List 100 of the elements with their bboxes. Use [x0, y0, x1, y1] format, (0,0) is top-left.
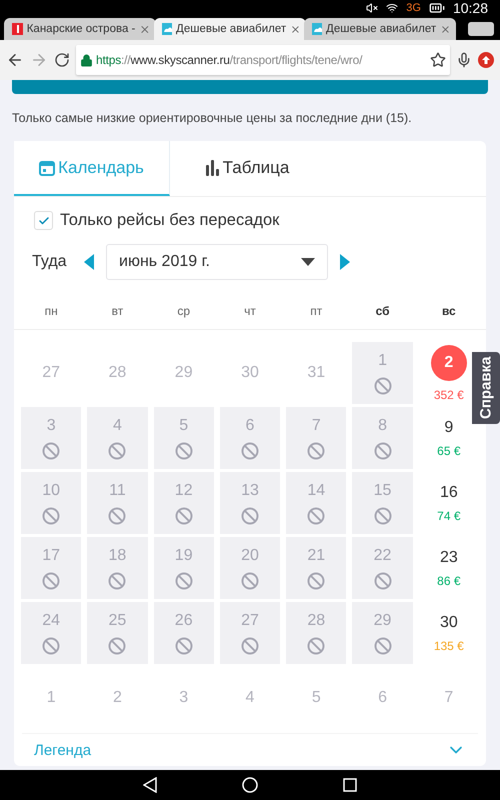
browser-tab[interactable]: Дешевые авиабилет [304, 18, 456, 40]
price-note: Только самые низкие ориентировочные цены за последние дни (15). [12, 111, 413, 125]
recent-apps-icon[interactable] [343, 778, 358, 792]
next-month-icon[interactable] [340, 254, 350, 270]
no-entry-icon [108, 572, 126, 590]
unavailable-day[interactable]: 11 [87, 472, 148, 534]
cloud-icon [162, 23, 172, 35]
day-number: 6 [378, 689, 388, 707]
direct-flights-checkbox[interactable]: Только рейсы без пересадок [14, 197, 486, 230]
price-day[interactable]: 16 74 € [437, 484, 461, 522]
no-entry-icon [374, 442, 392, 460]
price-day[interactable]: 30 135 € [434, 614, 464, 652]
day-number: 3 [179, 689, 188, 707]
unavailable-day[interactable]: 7 [286, 407, 346, 469]
no-entry-icon [240, 442, 259, 460]
mute-icon [366, 2, 378, 14]
weekday-label: ср [176, 303, 192, 320]
no-entry-icon [240, 636, 259, 654]
new-tab-button[interactable] [468, 22, 494, 36]
unavailable-day[interactable]: 1 [352, 342, 413, 404]
dropdown-icon [301, 258, 315, 266]
month-select[interactable]: июнь 2019 г. [106, 244, 328, 280]
day-number: 29 [174, 364, 193, 382]
unavailable-day[interactable]: 13 [220, 472, 280, 534]
cloud-icon [312, 23, 322, 35]
home-icon[interactable] [242, 777, 258, 793]
unavailable-day[interactable]: 24 [21, 602, 82, 664]
back-icon[interactable] [142, 777, 157, 793]
unavailable-day[interactable]: 22 [352, 537, 413, 599]
unavailable-day[interactable]: 3 [21, 407, 82, 469]
unavailable-day[interactable]: 17 [21, 537, 82, 599]
day-number: 27 [42, 364, 60, 382]
no-entry-icon [42, 442, 60, 460]
star-icon[interactable] [430, 52, 446, 68]
day-number: 1 [46, 689, 56, 707]
no-entry-icon [42, 636, 60, 654]
no-entry-icon [42, 572, 60, 590]
day-number: 5 [312, 689, 321, 707]
unavailable-day[interactable]: 4 [87, 407, 148, 469]
day-number: 30 [241, 364, 259, 382]
back-icon[interactable] [6, 51, 24, 69]
unavailable-day[interactable]: 26 [154, 602, 214, 664]
price-day[interactable]: 9 65 € [437, 418, 461, 458]
browser-tab[interactable]: Дешевые авиабилет [154, 18, 306, 40]
site-icon [12, 23, 23, 35]
no-entry-icon [307, 572, 326, 590]
unavailable-day[interactable]: 12 [154, 472, 214, 534]
view-tab[interactable]: Календарь [14, 141, 170, 196]
no-entry-icon [307, 442, 326, 460]
no-entry-icon [374, 636, 392, 654]
microphone-icon[interactable] [456, 52, 472, 68]
unavailable-day[interactable]: 20 [220, 537, 280, 599]
no-entry-icon [374, 376, 392, 394]
day-number: 7 [444, 689, 454, 707]
no-entry-icon [240, 506, 259, 524]
no-entry-icon [42, 506, 60, 524]
no-entry-icon [174, 572, 193, 590]
unavailable-day[interactable]: 19 [154, 537, 214, 599]
no-entry-icon [174, 636, 193, 654]
no-entry-icon [108, 506, 126, 524]
network-type: 3G [406, 2, 421, 14]
day-number: 31 [307, 364, 326, 382]
unavailable-day[interactable]: 18 [87, 537, 148, 599]
check-icon [38, 214, 50, 226]
unavailable-day[interactable]: 6 [220, 407, 280, 469]
clock: 10:28 [452, 0, 488, 16]
no-entry-icon [374, 572, 392, 590]
unavailable-day[interactable]: 14 [286, 472, 346, 534]
extension-icon[interactable] [478, 52, 494, 68]
unavailable-day[interactable]: 15 [352, 472, 413, 534]
unavailable-day[interactable]: 21 [286, 537, 346, 599]
no-entry-icon [374, 506, 392, 524]
weekday-label: пн [44, 303, 59, 320]
previous-month-icon[interactable] [84, 254, 94, 270]
unavailable-day[interactable]: 25 [87, 602, 148, 664]
browser-tab[interactable]: Канарские острова - [4, 18, 156, 40]
weekday-label: сб [374, 303, 391, 320]
weekday-label: вс [440, 303, 457, 320]
reload-icon[interactable] [54, 52, 70, 68]
price-day[interactable]: 23 86 € [437, 548, 461, 588]
unavailable-day[interactable]: 27 [220, 602, 280, 664]
unavailable-day[interactable]: 29 [352, 602, 413, 664]
unavailable-day[interactable]: 8 [352, 407, 413, 469]
tab-title: Дешевые авиабилет [176, 23, 286, 35]
day-number: 2 [112, 689, 122, 707]
bar-chart-icon [206, 160, 220, 176]
unavailable-day[interactable]: 5 [154, 407, 214, 469]
lock-icon [80, 54, 93, 66]
address-field[interactable]: https://www.skyscanner.ru/transport/flights/tene/wro/ [76, 45, 450, 75]
calendar-icon [39, 160, 56, 176]
no-entry-icon [240, 572, 259, 590]
no-entry-icon [174, 442, 193, 460]
unavailable-day[interactable]: 10 [21, 472, 82, 534]
no-entry-icon [108, 442, 126, 460]
weekday-label: вт [110, 303, 124, 320]
no-entry-icon [307, 636, 326, 654]
legend-toggle[interactable]: Легенда [34, 742, 92, 758]
unavailable-day[interactable]: 28 [286, 602, 346, 664]
no-entry-icon [174, 506, 193, 524]
help-tab[interactable]: Справка [472, 352, 500, 424]
